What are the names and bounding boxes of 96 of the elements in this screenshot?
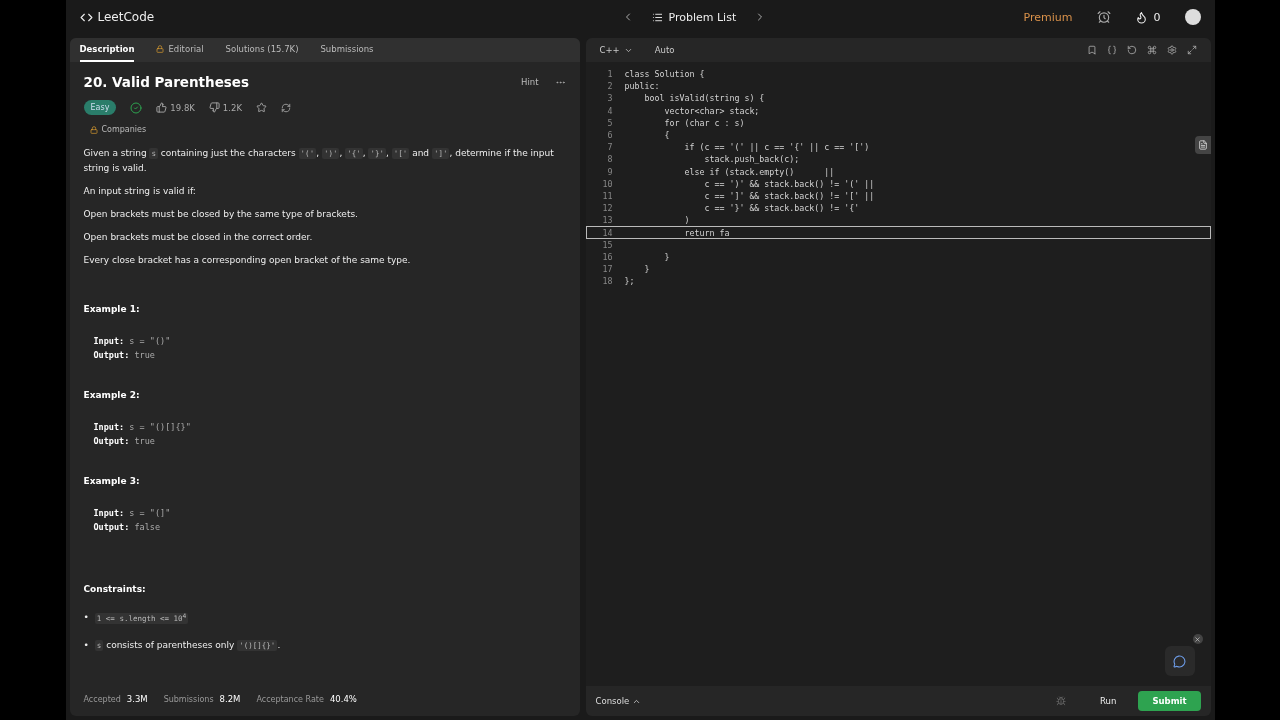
- close-icon[interactable]: [1192, 634, 1203, 644]
- streak-counter[interactable]: 0: [1134, 10, 1161, 24]
- hint-button[interactable]: Hint: [521, 77, 539, 87]
- line-number: 14: [601, 227, 614, 238]
- line-number: 8: [606, 154, 614, 165]
- list-icon: [651, 11, 663, 23]
- stat-value: 8.2M: [219, 694, 241, 704]
- code-line: c == '}' && stack.back() != '{': [703, 203, 860, 214]
- code-line: {: [663, 130, 670, 141]
- example-input-text: Input: s = "()[]{}": [93, 421, 192, 434]
- line-number: 13: [601, 215, 614, 226]
- line-number: 2: [606, 81, 614, 92]
- chat-button[interactable]: [1164, 646, 1195, 676]
- document-icon[interactable]: [1194, 136, 1211, 154]
- line-number: 17: [601, 264, 614, 275]
- like-button[interactable]: 19.8K: [156, 102, 195, 113]
- example-title: Example 2:: [83, 390, 141, 400]
- line-number: 18: [601, 276, 614, 287]
- example-output-text: Output: true: [93, 349, 156, 362]
- problem-list-link[interactable]: Problem List: [651, 10, 737, 24]
- chat-icon: [1173, 654, 1186, 668]
- stat-value: 40.4%: [329, 694, 357, 704]
- companies-link[interactable]: Companies: [89, 125, 566, 134]
- code-line: c == ')' && stack.back() != '(' ||: [703, 178, 875, 189]
- code-line: };: [624, 276, 635, 287]
- bookmark-icon[interactable]: [1086, 45, 1097, 55]
- line-number: 15: [601, 239, 614, 250]
- run-button[interactable]: Run: [1090, 692, 1127, 710]
- console-toggle[interactable]: Console: [595, 696, 642, 706]
- logo[interactable]: LeetCode: [79, 10, 155, 24]
- line-number: 1: [606, 69, 614, 80]
- code-line: else if (stack.empty() ||: [683, 166, 835, 177]
- alarm-clock-icon[interactable]: [1096, 10, 1111, 24]
- code-line: stack.push_back(c);: [703, 154, 800, 165]
- tab[interactable]: Solutions (15.7K): [225, 38, 299, 62]
- code-line: c == ']' && stack.back() != '[' ||: [703, 190, 875, 201]
- example-output-text: Output: true: [93, 435, 156, 448]
- code-line: bool isValid(string s) {: [643, 93, 765, 104]
- code-line: vector<char> stack;: [663, 105, 760, 116]
- stat-label: Submissions: [163, 695, 214, 704]
- code-line: class Solution {: [624, 69, 705, 80]
- line-number: 3: [606, 93, 614, 104]
- example-input-text: Input: s = "()": [93, 335, 172, 348]
- tab[interactable]: Description: [79, 38, 135, 62]
- avatar[interactable]: [1184, 9, 1201, 25]
- tab[interactable]: Editorial: [156, 38, 204, 62]
- problem-title: 20. Valid Parentheses: [83, 74, 251, 90]
- code-line: ): [683, 215, 690, 226]
- code-line: if (c == '(' || c == '{' || c == '['): [683, 142, 870, 153]
- code-line: public:: [624, 81, 660, 92]
- bug-icon[interactable]: [1056, 696, 1067, 706]
- line-number: 12: [601, 203, 614, 214]
- lock-icon: [89, 125, 98, 134]
- command-icon[interactable]: [1146, 45, 1157, 55]
- dislike-button[interactable]: 1.2K: [208, 102, 242, 113]
- difficulty-badge: Easy: [83, 100, 117, 115]
- premium-link[interactable]: Premium: [1023, 10, 1073, 24]
- description-paragraph: Every close bracket has a corresponding open bracket of the same type.: [83, 254, 412, 267]
- line-number: 16: [601, 251, 614, 262]
- example-title: Example 1:: [83, 304, 141, 314]
- reset-icon[interactable]: [1126, 45, 1137, 55]
- settings-icon[interactable]: [1166, 45, 1177, 55]
- refresh-icon[interactable]: [280, 102, 291, 113]
- example-title: Example 3:: [83, 476, 141, 486]
- example-output-text: Output: false: [93, 521, 162, 534]
- braces-icon[interactable]: [1106, 45, 1117, 55]
- line-number: 10: [601, 178, 614, 189]
- expand-icon[interactable]: [1186, 45, 1197, 55]
- constraints-title: Constraints:: [83, 584, 147, 594]
- line-number: 6: [606, 130, 614, 141]
- code-line: for (char c : s): [663, 117, 745, 128]
- stat-value: 3.3M: [126, 694, 148, 704]
- example-input-text: Input: s = "(]": [93, 507, 172, 520]
- line-number: 5: [606, 117, 614, 128]
- stat-label: Accepted: [83, 695, 121, 704]
- line-number: 4: [606, 105, 614, 116]
- line-number: 9: [606, 166, 614, 177]
- thumbs-down-icon: [208, 102, 220, 113]
- stat-label: Acceptance Rate: [256, 695, 324, 704]
- mode-label[interactable]: Auto: [654, 45, 675, 55]
- bullet-mark: •: [83, 610, 89, 624]
- description-paragraph: Open brackets must be closed by the same type of brackets.: [83, 208, 359, 221]
- lock-icon: [156, 45, 165, 53]
- bullet-mark: •: [83, 639, 89, 652]
- thumbs-up-icon: [156, 102, 168, 113]
- code-line: return fa: [683, 227, 730, 238]
- language-select[interactable]: C++: [599, 45, 633, 55]
- line-number: 11: [601, 190, 614, 201]
- code-line: }: [663, 251, 670, 262]
- description-paragraph: An input string is valid if:: [83, 185, 197, 198]
- tab[interactable]: Submissions: [320, 38, 374, 62]
- code-line: }: [643, 264, 650, 275]
- flame-icon: [1134, 10, 1148, 24]
- star-icon[interactable]: [255, 102, 267, 113]
- line-number: 7: [606, 142, 614, 153]
- description-paragraph: Open brackets must be closed in the correct order.: [83, 231, 314, 244]
